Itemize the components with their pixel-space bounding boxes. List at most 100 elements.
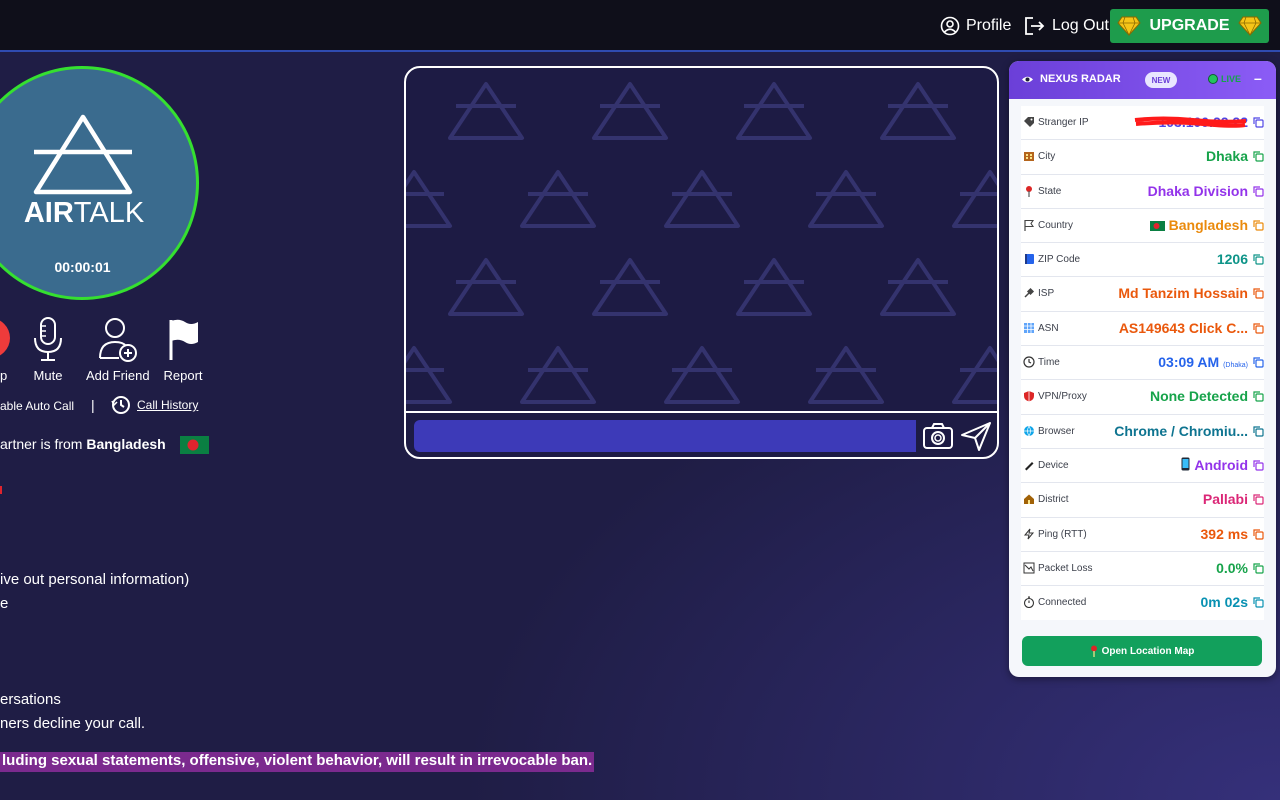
row-vpn: VPN/Proxy None Detected	[1021, 380, 1264, 415]
row-key: State	[1038, 185, 1062, 197]
chart-down-icon	[1023, 562, 1035, 574]
copy-icon[interactable]	[1253, 426, 1264, 437]
rule-line-2: e	[0, 595, 9, 612]
copy-icon[interactable]	[1253, 494, 1264, 505]
copy-icon[interactable]	[1253, 391, 1264, 402]
flag-outline-icon	[1024, 219, 1035, 231]
copy-icon[interactable]	[1253, 597, 1264, 608]
call-timer: 00:00:01	[54, 259, 111, 275]
row-stranger-ip: Stranger IP 103.100.22.22	[1021, 106, 1264, 141]
row-value: 0.0%	[1216, 559, 1248, 576]
row-key: ISP	[1038, 288, 1055, 300]
row-key: Connected	[1038, 597, 1087, 609]
row-isp: ISP Md Tanzim Hossain	[1021, 277, 1264, 312]
airtalk-triangle-icon	[33, 114, 133, 195]
microphone-icon	[34, 317, 62, 361]
top-bar: Profile Log Out UPGRADE	[0, 0, 1280, 52]
pattern-row-1	[448, 82, 956, 140]
copy-icon[interactable]	[1253, 288, 1264, 300]
report-button[interactable]: Report	[163, 316, 203, 383]
pen-icon	[1025, 461, 1034, 471]
row-value: Bangladesh	[1149, 216, 1248, 233]
logout-icon	[1025, 17, 1045, 35]
row-value-text: Android	[1194, 456, 1248, 473]
brand-talk: TALK	[73, 197, 145, 229]
copy-icon[interactable]	[1253, 185, 1264, 197]
row-value: Md Tanzim Hossain	[1118, 285, 1248, 302]
add-friend-label: Add Friend	[86, 368, 150, 383]
partner-country: Bangladesh	[86, 436, 166, 452]
pattern-row-2	[406, 170, 997, 228]
copy-icon[interactable]	[1253, 357, 1264, 368]
call-history-link[interactable]: Call History	[137, 398, 198, 412]
timezone-label: (Dhaka)	[1223, 362, 1248, 370]
rule-line-1: ive out personal information)	[0, 571, 190, 588]
copy-icon[interactable]	[1253, 323, 1264, 334]
skip-button[interactable]	[0, 318, 10, 358]
row-browser: Browser Chrome / Chromiu...	[1021, 414, 1264, 449]
row-value: None Detected	[1149, 388, 1248, 405]
radar-title-text: NEXUS RADAR	[1040, 73, 1121, 85]
book-icon	[1025, 254, 1034, 265]
send-button[interactable]	[960, 420, 992, 452]
house-icon	[1024, 494, 1034, 505]
logout-link[interactable]: Log Out	[1024, 14, 1109, 38]
pin-icon	[1090, 645, 1097, 657]
row-city: City Dhaka	[1021, 140, 1264, 175]
live-indicator: LIVE	[1208, 74, 1241, 84]
report-label: Report	[163, 368, 203, 383]
copy-icon[interactable]	[1253, 151, 1264, 162]
row-key: Ping (RTT)	[1038, 528, 1087, 540]
copy-icon[interactable]	[1253, 220, 1264, 231]
city-icon	[1024, 152, 1034, 162]
chat-input[interactable]	[414, 420, 916, 452]
radar-header: NEXUS RADAR NEW LIVE –	[1009, 61, 1276, 99]
copy-icon[interactable]	[1253, 254, 1264, 265]
pin-icon	[1026, 185, 1032, 197]
auto-call-toggle[interactable]: able Auto Call	[0, 399, 74, 413]
flag-icon	[169, 319, 198, 360]
user-circle-icon	[940, 16, 960, 36]
row-key: City	[1038, 151, 1056, 163]
row-device: Device Android	[1021, 448, 1264, 484]
logout-label: Log Out	[1052, 17, 1109, 34]
profile-link[interactable]: Profile	[940, 14, 1011, 38]
partner-prefix: artner is from	[0, 436, 87, 452]
controls-separator: |	[91, 397, 95, 413]
row-value: 392 ms	[1200, 525, 1248, 542]
history-icon	[111, 396, 130, 414]
live-dot	[1208, 74, 1218, 84]
copy-icon[interactable]	[1253, 460, 1264, 471]
add-friend-icon	[99, 318, 137, 362]
row-key: Packet Loss	[1038, 562, 1093, 574]
row-key: Stranger IP	[1038, 117, 1089, 128]
row-asn: ASN AS149643 Click C...	[1021, 311, 1264, 347]
row-key: Browser	[1038, 425, 1075, 437]
row-district: District Pallabi	[1021, 483, 1264, 518]
video-panel	[404, 66, 999, 459]
row-key: Device	[1038, 459, 1069, 471]
radar-rows: Stranger IP 103.100.22.22 City Dhaka Sta…	[1021, 106, 1264, 621]
row-value-text: 03:09 AM	[1158, 354, 1220, 371]
copy-icon[interactable]	[1253, 563, 1264, 574]
row-value: 03:09 AM (Dhaka)	[1158, 354, 1248, 370]
copy-icon[interactable]	[1253, 117, 1264, 128]
row-value-text: Bangladesh	[1168, 216, 1248, 233]
row-ping: Ping (RTT) 392 ms	[1021, 517, 1264, 552]
camera-button[interactable]	[922, 421, 954, 451]
add-friend-button[interactable]: Add Friend	[86, 316, 150, 383]
row-value: 1206	[1216, 251, 1248, 268]
upgrade-button[interactable]: UPGRADE	[1110, 9, 1269, 43]
row-key: ASN	[1038, 322, 1059, 334]
row-value: 0m 02s	[1200, 594, 1248, 611]
minimize-button[interactable]: –	[1254, 70, 1262, 86]
copy-icon[interactable]	[1253, 528, 1264, 540]
satellite-icon	[1024, 288, 1035, 299]
open-location-map-button[interactable]: Open Location Map	[1022, 636, 1262, 666]
row-connected: Connected 0m 02s	[1021, 586, 1264, 621]
row-key: Country	[1038, 219, 1074, 231]
live-label: LIVE	[1221, 74, 1242, 84]
diamond-icon	[1117, 16, 1142, 36]
mute-button[interactable]: Mute	[28, 316, 68, 383]
brand-name: AIRTALK	[19, 197, 149, 230]
